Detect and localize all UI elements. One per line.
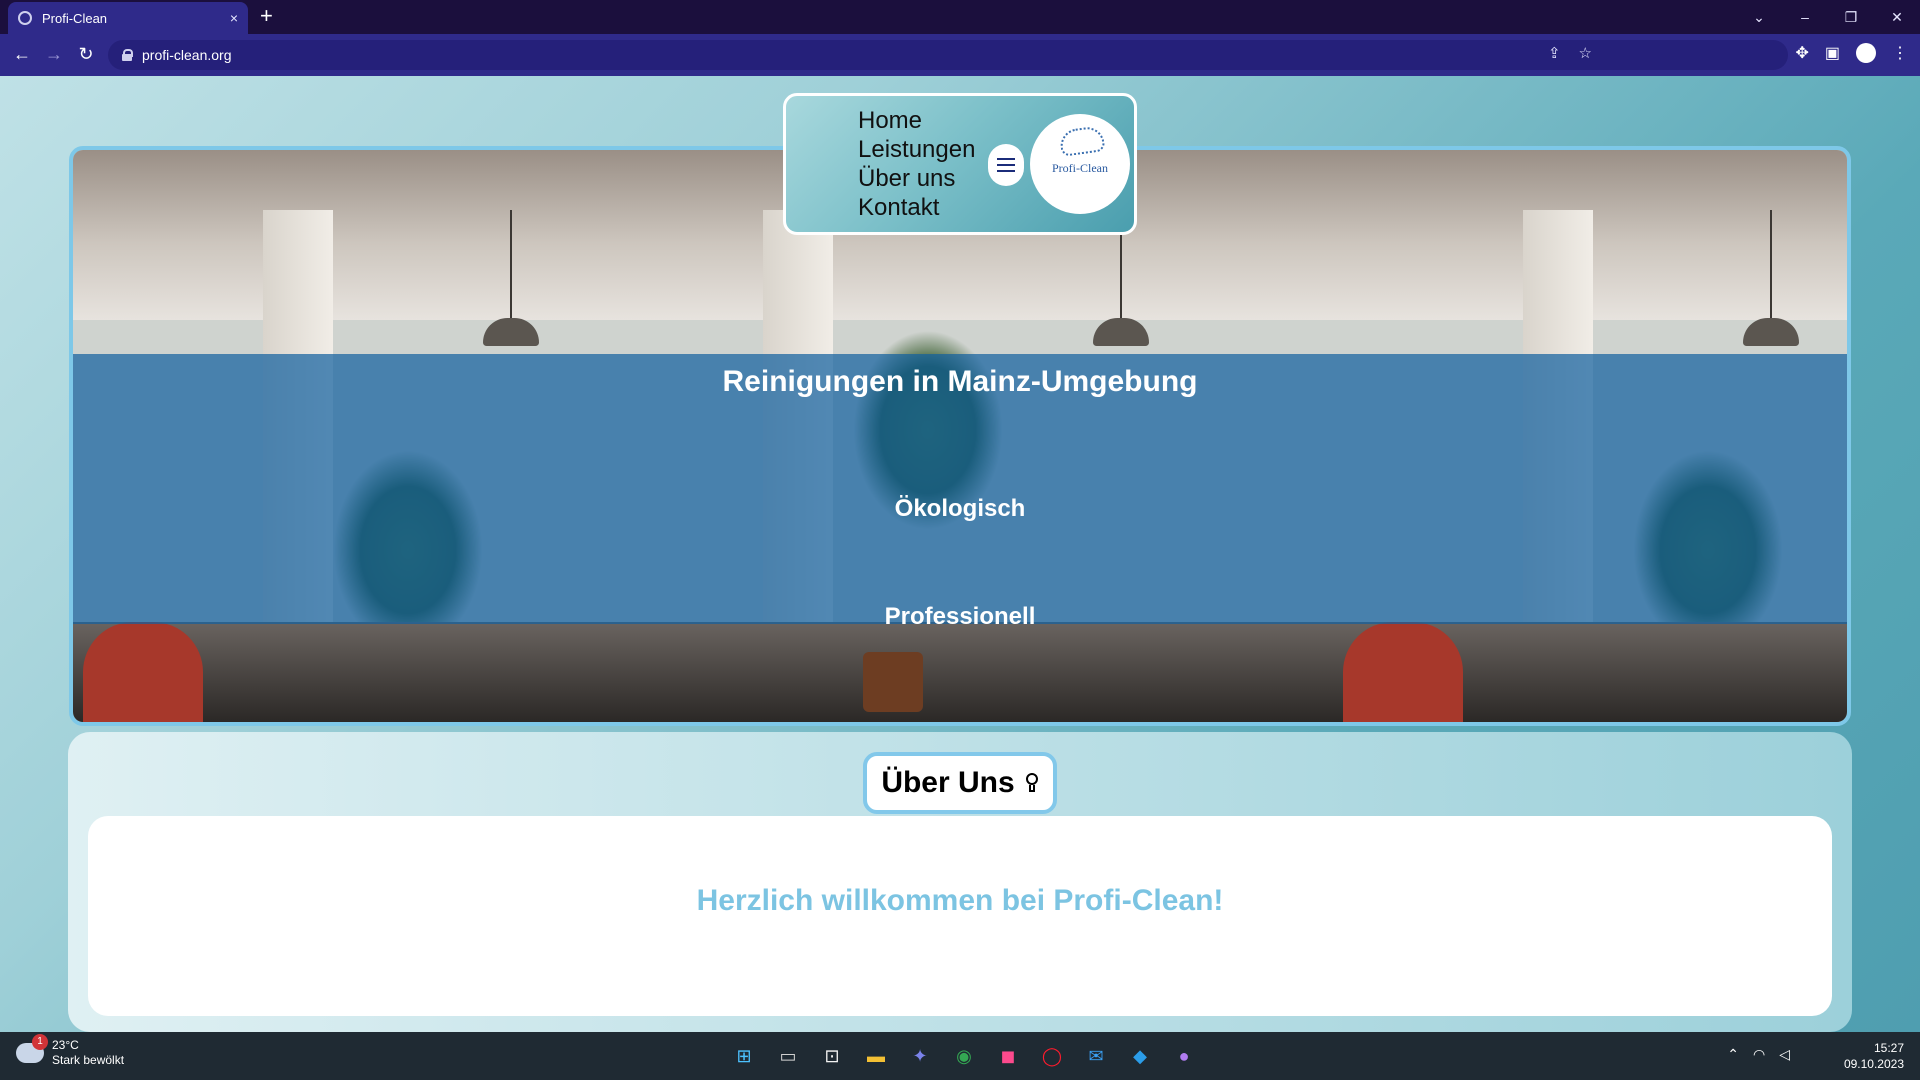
close-tab-icon[interactable]: × <box>230 10 238 26</box>
start-icon[interactable]: ⊞ <box>728 1040 760 1072</box>
logo-hand-icon <box>1058 125 1106 157</box>
photo-lamp <box>483 318 539 346</box>
back-icon[interactable]: ← <box>10 42 34 66</box>
bookmark-star-icon[interactable]: ☆ <box>1579 44 1592 62</box>
vscode-icon[interactable]: ◆ <box>1124 1040 1156 1072</box>
photo-lamp-cord <box>510 210 512 320</box>
browser-toolbar: ← → ↻ profi-clean.org ⇪ ☆ ✥ ▣ ⋮ <box>0 34 1920 76</box>
reload-icon[interactable]: ↻ <box>74 42 98 66</box>
side-panel-icon[interactable]: ▣ <box>1825 43 1840 63</box>
photo-lamp-cord <box>1770 210 1772 320</box>
clock-date: 09.10.2023 <box>1843 1057 1904 1071</box>
nav-link-leistungen[interactable]: Leistungen <box>858 135 975 164</box>
browser-tab-strip: Profi-Clean × + ⌄ – ❐ ✕ <box>0 0 1920 34</box>
hamburger-icon <box>997 158 1015 172</box>
close-window-icon[interactable]: ✕ <box>1874 9 1920 26</box>
wifi-icon[interactable]: ◠ <box>1753 1046 1765 1063</box>
tab-search-icon[interactable]: ⌄ <box>1736 9 1782 26</box>
weather-temperature: 23°C <box>52 1038 79 1052</box>
jetbrains-icon[interactable]: ◼ <box>992 1040 1024 1072</box>
welcome-heading: Herzlich willkommen bei Profi-Clean! <box>696 884 1224 917</box>
toolbar-actions: ✥ ▣ ⋮ <box>1795 43 1908 63</box>
photo-red-chair <box>83 622 203 722</box>
nav-link-kontakt[interactable]: Kontakt <box>858 193 975 222</box>
address-bar[interactable]: profi-clean.org <box>108 40 1788 70</box>
nav-links: Home Leistungen Über uns Kontakt <box>858 106 975 222</box>
hero-tagline-professional: Professionell <box>884 603 1036 630</box>
store-icon[interactable]: ⊡ <box>816 1040 848 1072</box>
chevron-up-icon[interactable]: ⌃ <box>1727 1046 1739 1063</box>
photo-floor <box>73 622 1847 722</box>
tab-title: Profi-Clean <box>42 10 108 26</box>
photo-lamp <box>1093 318 1149 346</box>
chrome-icon[interactable]: ◉ <box>948 1040 980 1072</box>
browser-tab[interactable]: Profi-Clean × <box>8 2 248 34</box>
weather-description: Stark bewölkt <box>52 1053 125 1067</box>
logo-text: Profi-Clean <box>1052 161 1108 175</box>
minimize-icon[interactable]: – <box>1782 9 1828 25</box>
window-controls: ⌄ – ❐ ✕ <box>1736 0 1920 34</box>
profile-avatar[interactable] <box>1856 43 1876 63</box>
address-bar-actions: ⇪ ☆ <box>1548 44 1592 62</box>
task-view-icon[interactable]: ▭ <box>772 1040 804 1072</box>
share-icon[interactable]: ⇪ <box>1548 44 1561 62</box>
globe-icon <box>18 11 32 25</box>
url-text[interactable]: profi-clean.org <box>142 47 232 63</box>
new-tab-button[interactable]: + <box>260 5 273 27</box>
site-navigation: Home Leistungen Über uns Kontakt Profi-C… <box>783 93 1137 235</box>
lightbulb-icon <box>1025 773 1039 793</box>
mail-icon[interactable]: ✉ <box>1080 1040 1112 1072</box>
hero-tagline-ecological: Ökologisch <box>894 495 1026 522</box>
github-icon[interactable]: ● <box>1168 1040 1200 1072</box>
windows-taskbar: 1 23°C Stark bewölkt ⊞ ▭ ⊡ ▬ ✦ ◉ ◼ ◯ ✉ ◆… <box>0 1032 1920 1080</box>
restore-icon[interactable]: ❐ <box>1828 9 1874 26</box>
hamburger-menu-button[interactable] <box>988 144 1024 186</box>
menu-kebab-icon[interactable]: ⋮ <box>1892 43 1908 63</box>
system-tray: ⌃ ◠ ◁ <box>1727 1046 1790 1063</box>
weather-widget[interactable]: 1 23°C Stark bewölkt <box>16 1034 125 1068</box>
teams-icon[interactable]: ✦ <box>904 1040 936 1072</box>
clock-time: 15:27 <box>1873 1041 1904 1055</box>
site-logo[interactable]: Profi-Clean <box>1030 114 1130 214</box>
nav-link-ueber-uns[interactable]: Über uns <box>858 164 975 193</box>
about-heading: Über Uns <box>881 766 1015 799</box>
nav-link-home[interactable]: Home <box>858 106 975 135</box>
hero-title: Reinigungen in Mainz-Umgebung <box>722 365 1198 398</box>
taskbar-apps: ⊞ ▭ ⊡ ▬ ✦ ◉ ◼ ◯ ✉ ◆ ● <box>728 1040 1200 1072</box>
photo-red-chair <box>1343 622 1463 722</box>
about-heading-badge: Über Uns <box>863 752 1057 814</box>
photo-lamp <box>1743 318 1799 346</box>
forward-icon[interactable]: → <box>42 42 66 66</box>
speaker-icon[interactable]: ◁ <box>1779 1046 1790 1063</box>
clock[interactable]: 15:27 09.10.2023 <box>1844 1040 1904 1072</box>
explorer-icon[interactable]: ▬ <box>860 1040 892 1072</box>
opera-icon[interactable]: ◯ <box>1036 1040 1068 1072</box>
extensions-icon[interactable]: ✥ <box>1795 43 1808 63</box>
lock-icon <box>122 49 133 61</box>
notification-badge: 1 <box>32 1034 48 1050</box>
photo-plant-pot <box>863 652 923 712</box>
